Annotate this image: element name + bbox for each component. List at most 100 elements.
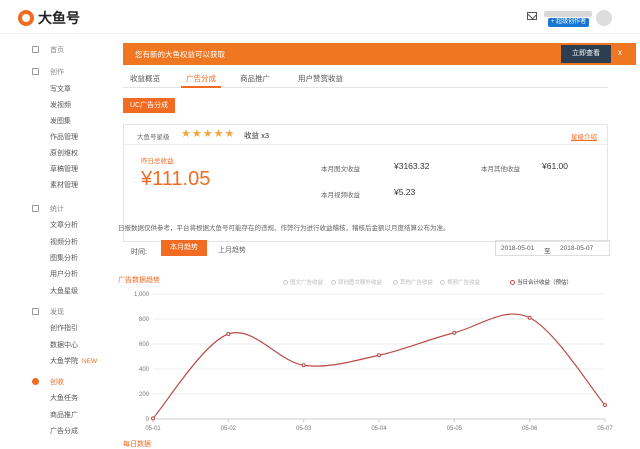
yesterday-income-value: ¥111.05 (141, 168, 211, 190)
sidebar-item-5[interactable]: 作品管理 (0, 128, 110, 145)
x-tick-label: 05-04 (371, 426, 387, 432)
sidebar-item-label: 发视频 (50, 101, 71, 109)
date-to: 2018-05-07 (560, 245, 594, 252)
sidebar-item-12[interactable]: 图集分析 (0, 249, 110, 266)
y-tick-label: 1,000 (134, 292, 150, 298)
sidebar-item-label: 大鱼星级 (50, 287, 78, 295)
view-now-button[interactable]: 立即查看 (561, 45, 611, 63)
legend-label: 原创图文额外收益 (338, 280, 383, 286)
data-point[interactable] (603, 403, 607, 408)
top-bar: 大鱼号 + 超级创作者 (0, 0, 640, 34)
pen-icon (32, 68, 39, 75)
legend-item[interactable]: 图文广告收益 (283, 278, 323, 286)
legend-dot-icon (283, 280, 288, 286)
sidebar-item-label: 广告分成 (50, 427, 78, 435)
level-intro-link[interactable]: 星级介绍 (571, 131, 597, 141)
yesterday-income-label: 昨日总收益 (141, 158, 174, 165)
tab-product-promo[interactable]: 商品推广 (240, 73, 270, 84)
sidebar-item-20[interactable]: 大鱼任务 (0, 389, 110, 406)
sidebar-item-0[interactable]: 首页 (0, 41, 110, 58)
sidebar-item-label: 写文章 (50, 85, 71, 93)
sidebar-item-8[interactable]: 素材管理 (0, 176, 110, 193)
money-icon (32, 378, 39, 385)
home-icon (32, 46, 39, 53)
data-point[interactable] (301, 363, 306, 368)
legend-item[interactable]: 其他广告收益 (393, 278, 433, 286)
x-tick-label: 05-03 (296, 426, 312, 432)
sidebar-item-label: 图集分析 (50, 254, 78, 262)
avatar[interactable] (596, 10, 612, 26)
legend-label: 其他广告收益 (400, 280, 434, 286)
y-tick-label: 200 (139, 392, 150, 398)
tab-user-tips[interactable]: 用户赞赏收益 (298, 73, 343, 84)
sidebar-item-14[interactable]: 大鱼星级 (0, 282, 110, 299)
series-line (152, 313, 606, 419)
date-separator: 至 (544, 248, 551, 255)
sidebar-item-4[interactable]: 发图集 (0, 112, 110, 129)
data-point[interactable] (377, 353, 381, 358)
time-label: 时间: (131, 249, 147, 256)
sidebar-item-6[interactable]: 原创维权 (0, 144, 110, 161)
banner-text: 您有新的大鱼权益可以获取 (135, 50, 225, 59)
sidebar-item-19[interactable]: 创收 (0, 373, 110, 390)
sidebar-item-label: 商品推广 (50, 411, 78, 419)
legend-dot-icon (510, 280, 515, 286)
close-icon[interactable]: x (618, 48, 622, 57)
uc-ad-share-button[interactable]: UC广告分成 (123, 98, 175, 113)
tab-ad-share[interactable]: 广告分成 (186, 73, 216, 84)
sidebar-item-label: 原创维权 (50, 149, 78, 157)
date-from: 2018-05-01 (501, 245, 535, 252)
sidebar-item-label: 大鱼任务 (50, 394, 78, 402)
logo-text: 大鱼号 (38, 10, 80, 26)
this-month-trend-button[interactable]: 本月趋势 (161, 240, 207, 256)
sidebar-item-16[interactable]: 创作指引 (0, 319, 110, 336)
star-rating-icon: ★★★★★ (181, 128, 236, 140)
sidebar-item-18[interactable]: 大鱼学院 NEW (0, 352, 110, 369)
sidebar-item-7[interactable]: 草稿管理 (0, 160, 110, 177)
sidebar-item-13[interactable]: 用户分析 (0, 265, 110, 282)
sidebar-item-15[interactable]: 发现 (0, 303, 110, 320)
daily-data-title: 每日数据 (123, 441, 151, 448)
legend-item[interactable]: 当日合计收益（预估） (510, 278, 572, 286)
legend-item[interactable]: 视频广告收益 (440, 278, 480, 286)
sidebar-item-10[interactable]: 文章分析 (0, 216, 110, 233)
sidebar-item-label: 大鱼学院 NEW (50, 357, 98, 365)
disclaimer-text: 日报数据仅供参考，平台将根据大鱼号可能存在的违规、作弊行为进行收益稽核，稽核后金… (118, 225, 450, 232)
data-point[interactable] (527, 315, 532, 320)
sidebar-item-label: 素材管理 (50, 181, 78, 189)
tab-income-overview[interactable]: 收益概览 (130, 73, 160, 84)
eye-icon (32, 308, 39, 315)
logo-mark-icon (18, 10, 34, 26)
data-point[interactable] (226, 332, 231, 336)
sidebar-item-17[interactable]: 数据中心 (0, 336, 110, 353)
sidebar-item-21[interactable]: 商品推广 (0, 406, 110, 423)
data-point[interactable] (452, 330, 457, 335)
mail-icon[interactable] (527, 12, 537, 20)
stat-value-other: ¥61.00 (542, 161, 568, 171)
sidebar-item-label: 发现 (50, 308, 64, 316)
date-range-picker[interactable]: 2018-05-01 至 2018-05-07 (495, 240, 610, 256)
logo[interactable]: 大鱼号 (18, 8, 80, 28)
creator-badge[interactable]: + 超级创作者 (548, 18, 590, 27)
sidebar-item-2[interactable]: 写文章 (0, 80, 110, 97)
sidebar-item-11[interactable]: 视频分析 (0, 233, 110, 250)
sidebar-item-1[interactable]: 创作 (0, 63, 110, 80)
legend-item[interactable]: 原创图文额外收益 (331, 278, 382, 286)
legend-label: 当日合计收益（预估） (517, 280, 573, 286)
data-point[interactable] (151, 416, 155, 421)
y-tick-label: 800 (139, 317, 150, 323)
legend-dot-icon (440, 280, 445, 286)
sidebar-item-label: 创收 (50, 378, 64, 386)
stat-value-video: ¥5.23 (394, 187, 416, 197)
username-blurred (544, 11, 592, 17)
last-month-trend-button[interactable]: 上月趋势 (218, 245, 246, 255)
sidebar-item-22[interactable]: 广告分成 (0, 422, 110, 439)
sidebar-item-label: 视频分析 (50, 238, 78, 246)
sidebar: 首页创作写文章发视频发图集 作品管理原创维权草稿管理素材管理统计 文章分析视频分析图… (0, 34, 110, 446)
sidebar-item-9[interactable]: 统计 (0, 200, 110, 217)
sidebar-item-3[interactable]: 发视频 (0, 96, 110, 113)
chart-section-title: 广告数据趋势 (118, 277, 160, 284)
sidebar-item-label: 首页 (50, 46, 64, 54)
x-tick-label: 05-01 (145, 426, 161, 432)
chart-icon (32, 205, 39, 212)
